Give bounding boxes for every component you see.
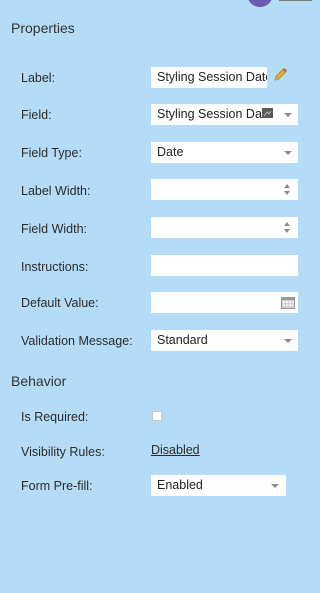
spinner-down-icon[interactable] — [284, 191, 290, 195]
is-required-checkbox[interactable] — [152, 411, 162, 421]
divider — [279, 0, 312, 1]
spinner-up-icon[interactable] — [284, 222, 290, 226]
visibility-rules-label: Visibility Rules: — [21, 445, 105, 459]
chevron-down-icon[interactable] — [284, 113, 292, 117]
instructions-input[interactable] — [151, 255, 298, 276]
default-value-input[interactable] — [151, 292, 298, 313]
pencil-icon[interactable] — [272, 67, 288, 83]
behavior-heading: Behavior — [11, 373, 67, 389]
properties-heading: Properties — [11, 20, 75, 36]
chevron-down-icon[interactable] — [271, 484, 279, 488]
chevron-down-icon[interactable] — [284, 339, 292, 343]
default-value-label: Default Value: — [21, 296, 99, 310]
form-prefill-select[interactable]: Enabled — [151, 475, 286, 496]
label-width-label: Label Width: — [21, 184, 91, 198]
field-select[interactable]: Styling Session Date — [151, 104, 298, 125]
spinner-down-icon[interactable] — [284, 229, 290, 233]
visibility-rules-link[interactable]: Disabled — [151, 443, 200, 457]
validation-message-select[interactable]: Standard — [151, 330, 298, 351]
label-width-input[interactable] — [151, 179, 298, 200]
calendar-icon[interactable] — [281, 296, 295, 309]
field-type-select[interactable]: Date — [151, 142, 298, 163]
instructions-label: Instructions: — [21, 260, 89, 274]
properties-panel: Properties Label: Styling Session Date F… — [0, 0, 312, 593]
field-type-label: Field Type: — [21, 146, 82, 160]
label-input[interactable]: Styling Session Date — [151, 67, 267, 88]
field-label: Field: — [21, 108, 52, 122]
tag-icon — [262, 108, 273, 118]
field-width-label: Field Width: — [21, 222, 87, 236]
is-required-label: Is Required: — [21, 410, 89, 424]
field-width-input[interactable] — [151, 217, 298, 238]
spinner-up-icon[interactable] — [284, 184, 290, 188]
form-prefill-label: Form Pre-fill: — [21, 479, 93, 493]
chevron-down-icon[interactable] — [284, 151, 292, 155]
label-label: Label: — [21, 71, 56, 85]
validation-message-label: Validation Message: — [21, 334, 133, 348]
avatar[interactable] — [247, 0, 273, 7]
